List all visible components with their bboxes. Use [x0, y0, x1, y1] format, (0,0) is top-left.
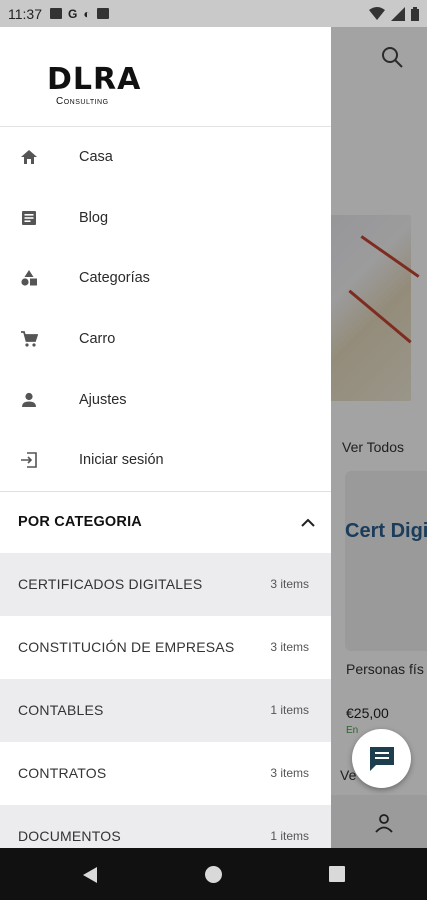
- category-item[interactable]: CERTIFICADOS DIGITALES 3 items: [0, 552, 331, 616]
- status-time: 11:37: [8, 5, 42, 22]
- category-item[interactable]: DOCUMENTOS 1 items: [0, 804, 331, 848]
- chat-icon: [369, 746, 394, 771]
- menu-item-home[interactable]: Casa: [0, 127, 331, 188]
- logo-mark: DLRA: [47, 62, 142, 97]
- drawer-menu: Casa Blog Categorías Carro Ajustes Inici…: [0, 127, 331, 491]
- system-nav-bar: [0, 848, 427, 900]
- google-icon: G: [68, 6, 78, 21]
- navigation-drawer: DLRA Consulting Casa Blog Categorías Car…: [0, 27, 331, 848]
- signal-icon: [391, 6, 405, 21]
- menu-label: Categorías: [79, 270, 150, 287]
- menu-item-blog[interactable]: Blog: [0, 188, 331, 249]
- category-count: 3 items: [270, 640, 309, 655]
- home-nav-icon[interactable]: [205, 866, 222, 883]
- person-icon: [18, 389, 40, 411]
- login-icon: [18, 449, 40, 471]
- menu-label: Blog: [79, 209, 109, 226]
- menu-label: Casa: [79, 149, 113, 166]
- status-bar: 11:37 G ◐: [0, 0, 427, 27]
- category-name: CONSTITUCIÓN DE EMPRESAS: [18, 639, 235, 656]
- brand-logo[interactable]: DLRA Consulting: [47, 62, 142, 108]
- home-icon: [18, 146, 40, 168]
- chevron-up-icon[interactable]: [297, 512, 319, 534]
- menu-item-categories[interactable]: Categorías: [0, 248, 331, 309]
- menu-label: Iniciar sesión: [79, 452, 164, 469]
- menu-item-login[interactable]: Iniciar sesión: [0, 430, 331, 491]
- sd-card-icon: [96, 8, 109, 19]
- battery-icon: [411, 6, 419, 21]
- category-item[interactable]: CONSTITUCIÓN DE EMPRESAS 3 items: [0, 616, 331, 679]
- category-count: 3 items: [270, 766, 309, 781]
- drawer-header: DLRA Consulting: [0, 27, 331, 127]
- cart-icon: [18, 328, 40, 350]
- article-icon: [18, 207, 40, 229]
- category-item[interactable]: CONTRATOS 3 items: [0, 742, 331, 805]
- section-title: POR CATEGORIA: [18, 514, 142, 531]
- menu-label: Ajustes: [79, 391, 127, 408]
- menu-item-settings[interactable]: Ajustes: [0, 369, 331, 430]
- category-count: 3 items: [270, 577, 309, 592]
- recents-icon[interactable]: [329, 866, 345, 882]
- category-count: 1 items: [270, 829, 309, 844]
- category-count: 1 items: [270, 703, 309, 718]
- category-section-header[interactable]: POR CATEGORIA: [0, 490, 331, 553]
- category-name: CERTIFICADOS DIGITALES: [18, 576, 203, 593]
- menu-label: Carro: [79, 331, 116, 348]
- wifi-icon: [369, 6, 385, 20]
- category-name: DOCUMENTOS: [18, 828, 121, 845]
- logo-subtitle: Consulting: [56, 96, 109, 107]
- back-icon[interactable]: [82, 866, 98, 884]
- vpn-icon: ◐: [83, 6, 91, 21]
- category-name: CONTRATOS: [18, 765, 107, 782]
- category-name: CONTABLES: [18, 702, 104, 719]
- category-item[interactable]: CONTABLES 1 items: [0, 678, 331, 742]
- category-icon: [18, 267, 40, 289]
- menu-item-cart[interactable]: Carro: [0, 309, 331, 370]
- mail-icon: [50, 8, 62, 19]
- chat-button[interactable]: [352, 729, 411, 788]
